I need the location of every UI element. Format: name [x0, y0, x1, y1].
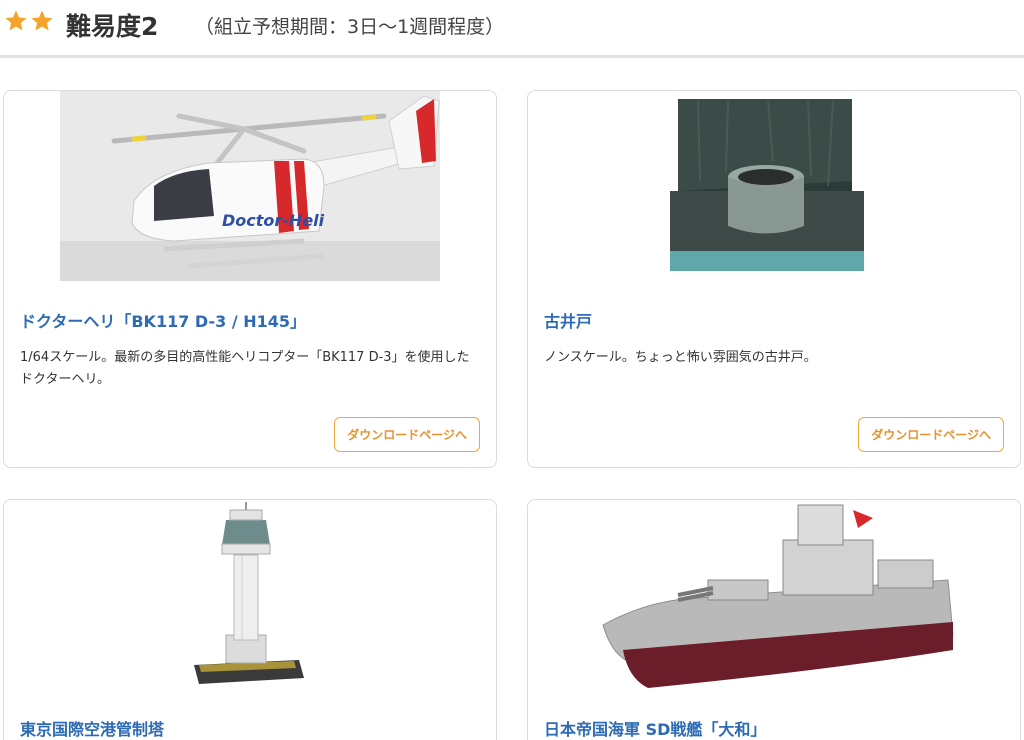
star-icon — [31, 10, 53, 31]
product-card: Doctor-Heli ドクターヘリ「BK117 D-3 / H145」 1/6… — [3, 90, 497, 468]
product-card: 古井戸 ノンスケール。ちょっと怖い雰囲気の古井戸。 ダウンロードページへ — [527, 90, 1021, 468]
card-title[interactable]: 東京国際空港管制塔 — [20, 716, 164, 740]
card-title[interactable]: 日本帝国海軍 SD戦艦「大和」 — [544, 716, 766, 740]
difficulty-title: 難易度2 — [66, 12, 159, 41]
card-title[interactable]: 古井戸 — [544, 308, 592, 332]
control-tower-image[interactable] — [4, 500, 496, 692]
card-description: ノンスケール。ちょっと怖い雰囲気の古井戸。 — [544, 350, 817, 365]
difficulty-subtitle: （組立予想期間：3日〜1週間程度） — [195, 16, 505, 38]
difficulty-header: 難易度2 （組立予想期間：3日〜1週間程度） — [0, 0, 1024, 58]
battleship-image[interactable] — [528, 500, 1020, 692]
helicopter-image[interactable]: Doctor-Heli — [4, 91, 496, 283]
download-page-button[interactable]: ダウンロードページへ — [858, 417, 1004, 452]
product-card: 日本帝国海軍 SD戦艦「大和」 — [527, 499, 1021, 740]
svg-text:Doctor-Heli: Doctor-Heli — [222, 211, 325, 230]
product-card: 東京国際空港管制塔 — [3, 499, 497, 740]
card-title[interactable]: ドクターヘリ「BK117 D-3 / H145」 — [20, 308, 306, 332]
star-icon — [5, 10, 27, 31]
download-page-button[interactable]: ダウンロードページへ — [334, 417, 480, 452]
difficulty-stars — [4, 9, 54, 33]
old-well-image[interactable] — [528, 91, 1020, 283]
card-description: 1/64スケール。最新の多目的高性能ヘリコプター「BK117 D-3」を使用した… — [20, 350, 470, 387]
